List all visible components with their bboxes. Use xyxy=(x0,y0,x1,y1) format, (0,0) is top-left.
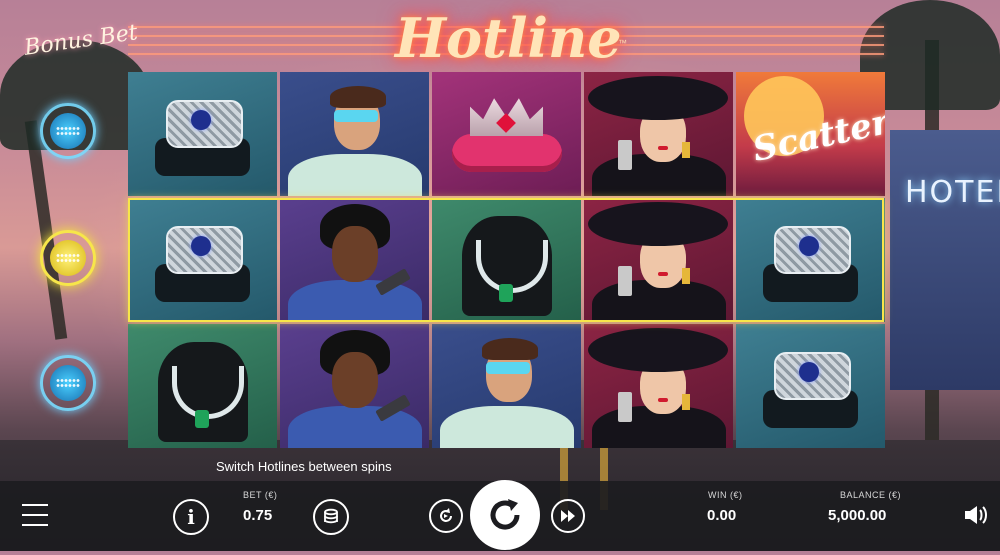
symbol-ring xyxy=(736,198,885,322)
spin-icon xyxy=(490,499,520,530)
hamburger-icon[interactable] xyxy=(20,500,50,530)
symbol-crown xyxy=(432,72,581,196)
bet-label: BET (€) xyxy=(243,490,278,500)
hotline-toggle-bottom[interactable] xyxy=(40,355,96,411)
speaker-icon[interactable] xyxy=(962,502,990,528)
win-value: 0.00 xyxy=(707,507,737,524)
coin-stack-icon[interactable] xyxy=(313,499,349,535)
spin-button[interactable] xyxy=(470,480,540,550)
trademark: ™ xyxy=(618,38,627,48)
hotline-toggle-top[interactable] xyxy=(40,103,96,159)
symbol-woman-hat xyxy=(584,324,733,448)
symbol-woman-hat xyxy=(584,198,733,322)
hotel-sign: HOTEL xyxy=(905,175,1000,210)
symbol-ring xyxy=(736,324,885,448)
symbol-necklace xyxy=(128,324,277,448)
autoplay-icon[interactable] xyxy=(429,499,463,533)
hint-message: Switch Hotlines between spins xyxy=(216,459,392,474)
fast-forward-icon[interactable] xyxy=(551,499,585,533)
symbol-scatter: Scatter xyxy=(736,72,885,196)
symbol-ring xyxy=(128,198,277,322)
hotel-building xyxy=(890,130,1000,390)
bet-value: 0.75 xyxy=(243,507,273,524)
info-icon[interactable]: i xyxy=(173,499,209,535)
symbol-ring xyxy=(128,72,277,196)
symbol-woman-hat xyxy=(584,72,733,196)
symbol-man-sunglasses xyxy=(280,72,429,196)
balance-label: BALANCE (€) xyxy=(840,490,902,500)
reel-grid: Scatter xyxy=(128,72,885,450)
symbol-man-gun xyxy=(280,324,429,448)
symbol-necklace xyxy=(432,198,581,322)
symbol-man-gun xyxy=(280,198,429,322)
balance-value: 5,000.00 xyxy=(828,507,887,524)
game-logo: Hotline xyxy=(395,6,622,70)
hotline-toggle-middle[interactable] xyxy=(40,230,96,286)
symbol-man-sunglasses xyxy=(432,324,581,448)
win-label: WIN (€) xyxy=(708,490,743,500)
